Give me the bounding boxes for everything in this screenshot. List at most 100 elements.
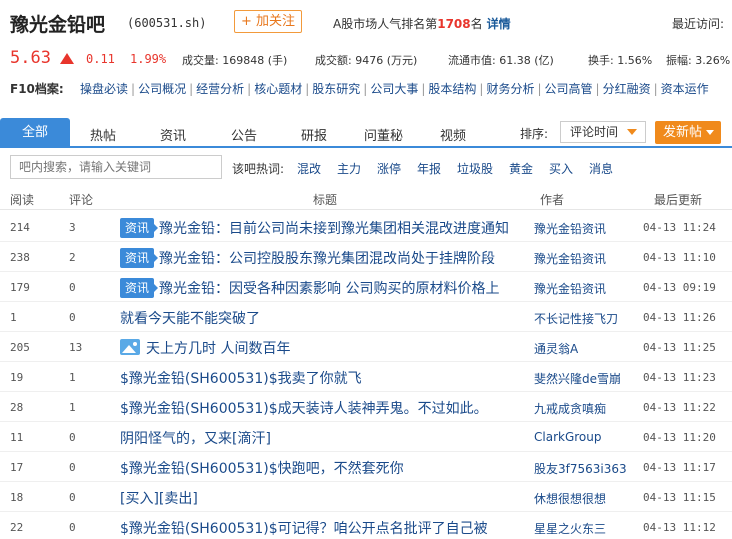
f10-link[interactable]: 公司高管 <box>545 82 593 96</box>
comment-count: 2 <box>69 251 76 264</box>
read-count: 179 <box>10 281 30 294</box>
new-post-button[interactable]: 发新帖 <box>655 121 721 144</box>
hot-word[interactable]: 涨停 <box>377 160 401 177</box>
comment-count: 0 <box>69 431 76 444</box>
table-row: 214 3 资讯 豫光金铅：目前公司尚未接到豫光集团相关混改进度通知 豫光金铅资讯 04-… <box>0 212 732 242</box>
f10-links: 操盘必读 | 公司概况 | 经营分析 | 核心题材 | 股东研究 | 公司大事 | 股本结构 | 财务分析 |… <box>80 80 709 97</box>
read-count: 18 <box>10 491 24 504</box>
hot-word[interactable]: 黄金 <box>509 160 533 177</box>
read-count: 238 <box>10 251 30 264</box>
read-count: 19 <box>10 371 24 384</box>
last-update-time: 04-13 11:22 <box>643 401 716 414</box>
col-comments: 评论 <box>69 193 94 207</box>
f10-link[interactable]: 经营分析 <box>196 82 244 96</box>
f10-link[interactable]: 公司概况 <box>138 82 186 96</box>
f10-link[interactable]: 公司大事 <box>370 82 418 96</box>
f10-link[interactable]: 操盘必读 <box>80 82 128 96</box>
hot-word[interactable]: 混改 <box>297 160 321 177</box>
hot-word[interactable]: 主力 <box>337 160 361 177</box>
tab-video[interactable]: 视频 <box>440 125 466 144</box>
author-link[interactable]: 股友3f7563i363 <box>534 460 627 477</box>
tab-hot[interactable]: 热帖 <box>90 125 116 144</box>
link-separator: | <box>363 82 368 96</box>
comment-count: 0 <box>69 311 76 324</box>
hot-word[interactable]: 年报 <box>417 160 441 177</box>
comment-count: 13 <box>69 341 83 354</box>
sort-value: 评论时间 <box>570 125 619 139</box>
author-link[interactable]: 通灵翁A <box>534 340 578 357</box>
table-header: 阅读 评论 标题 作者 最后更新 <box>0 186 732 210</box>
post-title-link[interactable]: 豫光金铅：目前公司尚未接到豫光集团相关混改进度通知 <box>159 221 509 237</box>
author-link[interactable]: 休想很想很想 <box>534 490 606 507</box>
post-title-link[interactable]: 豫光金铅：公司控股股东豫光集团混改尚处于挂牌阶段 <box>159 251 495 267</box>
float-market-value: 流通市值: 61.38 (亿) <box>448 54 554 67</box>
sort-select[interactable]: 评论时间 <box>560 121 646 143</box>
author-link[interactable]: 豫光金铅资讯 <box>534 220 606 237</box>
price-change: 0.11 <box>86 52 115 66</box>
volume: 成交量: 169848 (手) <box>182 54 288 67</box>
table-row: 17 0 $豫光金铅(SH600531)$快跑吧，不然套死你 股友3f7563i363… <box>0 452 732 482</box>
author-link[interactable]: ClarkGroup <box>534 430 601 444</box>
news-badge[interactable]: 资讯 <box>120 218 158 238</box>
post-title-link[interactable]: $豫光金铅(SH600531)$成天装诗人装神弄鬼。不过如此。 <box>120 401 488 417</box>
post-title-link[interactable]: $豫光金铅(SH600531)$快跑吧，不然套死你 <box>120 461 404 477</box>
post-title-link[interactable]: [买入][卖出] <box>120 491 198 507</box>
turnover-amount: 成交额: 9476 (万元) <box>315 54 418 67</box>
tab-research[interactable]: 研报 <box>301 125 327 144</box>
tab-news[interactable]: 资讯 <box>160 125 186 144</box>
last-update-time: 04-13 11:10 <box>643 251 716 264</box>
post-title-link[interactable]: $豫光金铅(SH600531)$可记得？咱公开点名批评了自己被 <box>120 521 488 537</box>
post-title-link[interactable]: 阴阳怪气的，又来[滴汗] <box>120 431 271 447</box>
f10-link[interactable]: 股本结构 <box>428 82 476 96</box>
f10-link[interactable]: 股东研究 <box>312 82 360 96</box>
author-link[interactable]: 不长记性接飞刀 <box>534 310 618 327</box>
f10-link[interactable]: 分红融资 <box>603 82 651 96</box>
link-separator: | <box>247 82 252 96</box>
bar-title[interactable]: 豫光金铅吧 <box>10 10 105 37</box>
author-link[interactable]: 九戒成贪嗔痴 <box>534 400 606 417</box>
last-update-time: 04-13 11:23 <box>643 371 716 384</box>
author-link[interactable]: 豫光金铅资讯 <box>534 280 606 297</box>
hot-word[interactable]: 消息 <box>589 160 613 177</box>
author-link[interactable]: 斐然兴隆de雪崩 <box>534 370 621 387</box>
post-title-cell: [买入][卖出] <box>120 488 198 508</box>
tab-announcements[interactable]: 公告 <box>231 125 257 144</box>
tab-ask-secretary[interactable]: 问董秘 <box>364 125 403 144</box>
link-separator: | <box>305 82 310 96</box>
link-separator: | <box>189 82 194 96</box>
search-input[interactable] <box>10 155 222 179</box>
table-row: 28 1 $豫光金铅(SH600531)$成天装诗人装神弄鬼。不过如此。 九戒成贪嗔痴… <box>0 392 732 422</box>
col-title: 标题 <box>313 193 338 207</box>
chevron-down-icon <box>627 129 637 135</box>
author-link[interactable]: 星星之火东三 <box>534 520 606 537</box>
recent-visit-label[interactable]: 最近访问: <box>672 15 724 32</box>
tab-all[interactable]: 全部 <box>0 118 70 148</box>
table-row: 1 0 就看今天能不能突破了 不长记性接飞刀 04-13 11:26 <box>0 302 732 332</box>
sort-label: 排序: <box>520 127 549 141</box>
f10-link[interactable]: 财务分析 <box>486 82 534 96</box>
post-title-cell: 资讯 豫光金铅：因受各种因素影响 公司购买的原材料价格上 <box>120 278 499 298</box>
rank-number: 1708 <box>437 17 471 31</box>
news-badge[interactable]: 资讯 <box>120 278 158 298</box>
hot-words-label: 该吧热词: <box>232 162 285 176</box>
table-row: 22 0 $豫光金铅(SH600531)$可记得？咱公开点名批评了自己被 星星之火东三… <box>0 512 732 539</box>
f10-link[interactable]: 核心题材 <box>254 82 302 96</box>
follow-button[interactable]: + 加关注 <box>234 10 302 33</box>
post-title-link[interactable]: 天上方几时 人间数百年 <box>146 341 290 357</box>
post-title-cell: 天上方几时 人间数百年 <box>120 338 290 358</box>
rank-detail-link[interactable]: 详情 <box>487 17 511 31</box>
post-title-link[interactable]: $豫光金铅(SH600531)$我卖了你就飞 <box>120 371 362 387</box>
last-update-time: 04-13 11:26 <box>643 311 716 324</box>
post-title-cell: 阴阳怪气的，又来[滴汗] <box>120 428 271 448</box>
hot-word[interactable]: 垃圾股 <box>457 160 493 177</box>
current-price: 5.63 <box>10 48 51 68</box>
author-link[interactable]: 豫光金铅资讯 <box>534 250 606 267</box>
link-separator: | <box>653 82 658 96</box>
news-badge[interactable]: 资讯 <box>120 248 158 268</box>
link-separator: | <box>479 82 484 96</box>
post-title-cell: $豫光金铅(SH600531)$快跑吧，不然套死你 <box>120 458 404 478</box>
f10-link[interactable]: 资本运作 <box>661 82 709 96</box>
post-title-link[interactable]: 豫光金铅：因受各种因素影响 公司购买的原材料价格上 <box>159 281 499 297</box>
hot-word[interactable]: 买入 <box>549 160 573 177</box>
post-title-link[interactable]: 就看今天能不能突破了 <box>120 311 260 327</box>
